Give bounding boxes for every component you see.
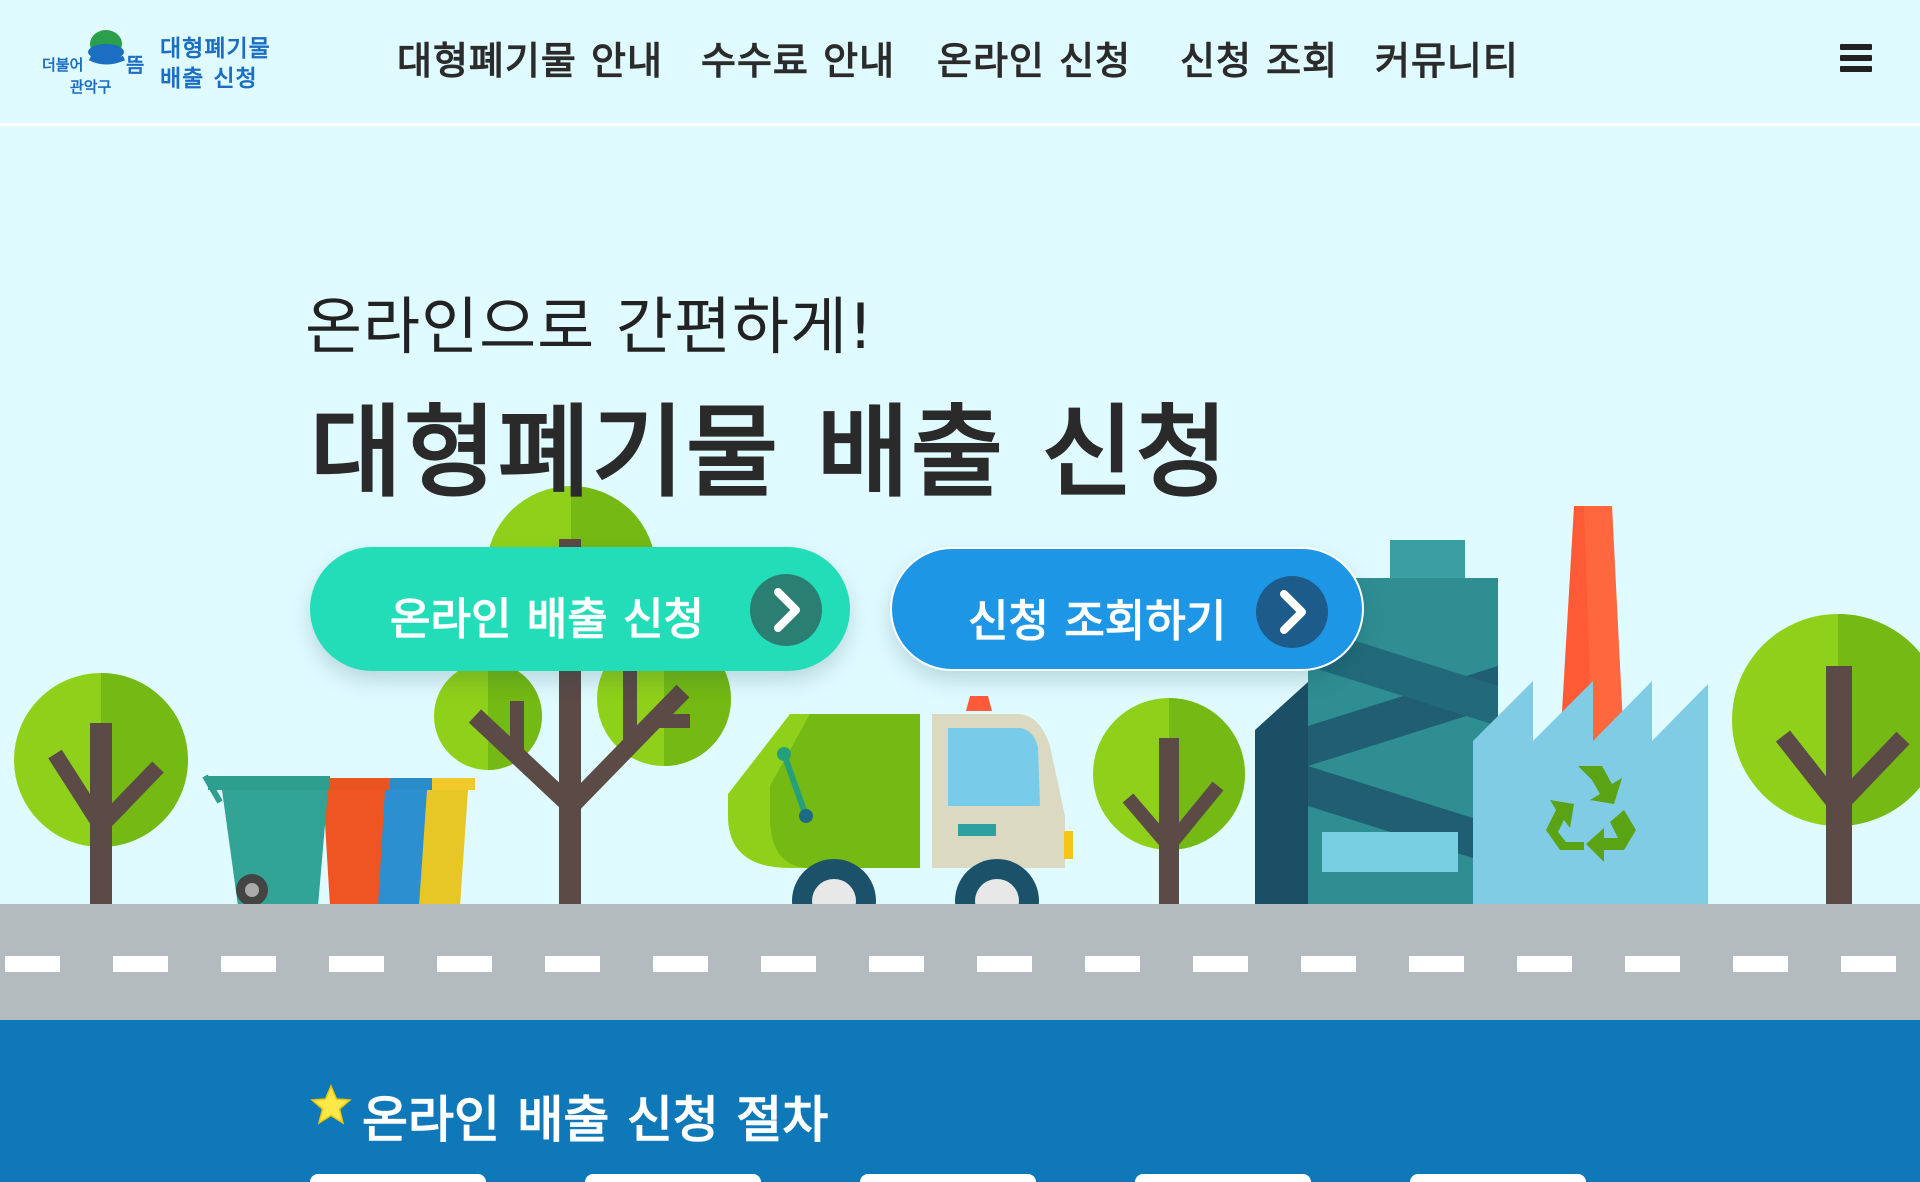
svg-text:관악구: 관악구 bbox=[70, 78, 112, 96]
gwanak-logo-mark-icon: 더불어 뜸 관악구 bbox=[42, 30, 144, 96]
application-lookup-button-label: 신청 조회하기 bbox=[968, 596, 1227, 647]
tree-middle-icon bbox=[1093, 698, 1245, 910]
procedure-step-cards bbox=[0, 1174, 1920, 1182]
logo-line-2: 배출 신청 bbox=[160, 66, 258, 92]
chevron-right-icon bbox=[750, 574, 822, 646]
procedure-section: 온라인 배출 신청 절차 bbox=[0, 1020, 1920, 1182]
chevron-right-icon bbox=[1256, 576, 1328, 648]
online-apply-button-label: 온라인 배출 신청 bbox=[390, 594, 704, 645]
star-icon bbox=[310, 1084, 352, 1125]
hero-section: 온라인으로 간편하게! 대형폐기물 배출 신청 온라인 배출 신청 신청 조회하… bbox=[0, 126, 1920, 1020]
svg-text:뜸: 뜸 bbox=[126, 53, 144, 77]
nav-item-application-lookup[interactable]: 신청 조회 bbox=[1180, 30, 1338, 85]
hero-title: 대형폐기물 배출 신청 bbox=[310, 394, 1230, 511]
logo-line-1: 대형폐기물 bbox=[160, 36, 271, 62]
procedure-step-card[interactable] bbox=[585, 1174, 761, 1182]
tree-right-icon bbox=[1732, 614, 1920, 910]
procedure-title: 온라인 배출 신청 절차 bbox=[362, 1091, 829, 1149]
nav-item-online-apply[interactable]: 온라인 신청 bbox=[937, 30, 1131, 85]
hamburger-menu-icon[interactable] bbox=[1840, 40, 1876, 74]
hero-subtitle: 온라인으로 간편하게! bbox=[305, 290, 874, 363]
tree-left-icon bbox=[14, 673, 188, 909]
procedure-step-card[interactable] bbox=[860, 1174, 1036, 1182]
procedure-step-card[interactable] bbox=[1135, 1174, 1311, 1182]
application-lookup-button[interactable]: 신청 조회하기 bbox=[890, 547, 1364, 671]
svg-text:더불어: 더불어 bbox=[42, 56, 83, 74]
nav-item-community[interactable]: 커뮤니티 bbox=[1375, 30, 1519, 85]
nav-item-waste-guide[interactable]: 대형폐기물 안내 bbox=[397, 30, 663, 85]
site-logo[interactable]: 더불어 뜸 관악구 대형폐기물 배출 신청 bbox=[40, 28, 290, 100]
online-apply-button[interactable]: 온라인 배출 신청 bbox=[310, 547, 850, 671]
procedure-step-card[interactable] bbox=[1410, 1174, 1586, 1182]
recycling-bins-icon bbox=[202, 774, 475, 906]
nav-item-fee-guide[interactable]: 수수료 안내 bbox=[701, 30, 895, 85]
site-header: 더불어 뜸 관악구 대형폐기물 배출 신청 대형폐기물 안내 수수료 안내 온라… bbox=[0, 0, 1920, 126]
procedure-step-card[interactable] bbox=[310, 1174, 486, 1182]
